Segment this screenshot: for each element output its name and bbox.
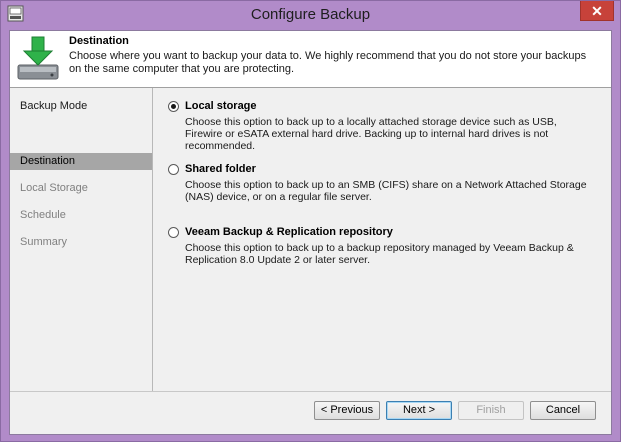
local-storage-label[interactable]: Local storage — [185, 100, 257, 112]
shared-folder-label[interactable]: Shared folder — [185, 163, 256, 175]
shared-folder-description: Choose this option to back up to an SMB … — [185, 179, 587, 203]
local-storage-description: Choose this option to back up to a local… — [185, 116, 557, 152]
previous-button[interactable]: < Previous — [314, 401, 380, 420]
close-button[interactable]: ✕ — [580, 1, 614, 21]
veeam-repository-description: Choose this option to back up to a backu… — [185, 242, 574, 266]
footer-divider — [10, 391, 611, 392]
wizard-client-area: Destination Choose where you want to bac… — [9, 30, 612, 435]
page-description: Choose where you want to backup your dat… — [69, 50, 587, 75]
step-summary: Summary — [20, 236, 68, 248]
configure-backup-window: Configure Backup ✕ Destination Choose wh… — [0, 0, 621, 442]
title-bar[interactable]: Configure Backup ✕ — [1, 1, 620, 29]
step-destination[interactable]: Destination — [10, 153, 152, 170]
destination-options: Local storage Choose this option to back… — [153, 88, 611, 391]
wizard-header: Destination Choose where you want to bac… — [10, 31, 611, 88]
cancel-button[interactable]: Cancel — [530, 401, 596, 420]
page-title: Destination — [69, 35, 129, 47]
veeam-repository-label[interactable]: Veeam Backup & Replication repository — [185, 226, 393, 238]
finish-button: Finish — [458, 401, 524, 420]
wizard-steps: Backup Mode Destination Local Storage Sc… — [10, 88, 153, 391]
step-schedule: Schedule — [20, 209, 66, 221]
local-storage-radio[interactable] — [168, 101, 179, 112]
shared-folder-radio[interactable] — [168, 164, 179, 175]
window-title: Configure Backup — [250, 6, 371, 23]
backup-destination-icon — [17, 36, 59, 80]
veeam-repository-radio[interactable] — [168, 227, 179, 238]
next-button[interactable]: Next > — [386, 401, 452, 420]
step-local-storage: Local Storage — [20, 182, 88, 194]
step-backup-mode[interactable]: Backup Mode — [10, 98, 152, 115]
